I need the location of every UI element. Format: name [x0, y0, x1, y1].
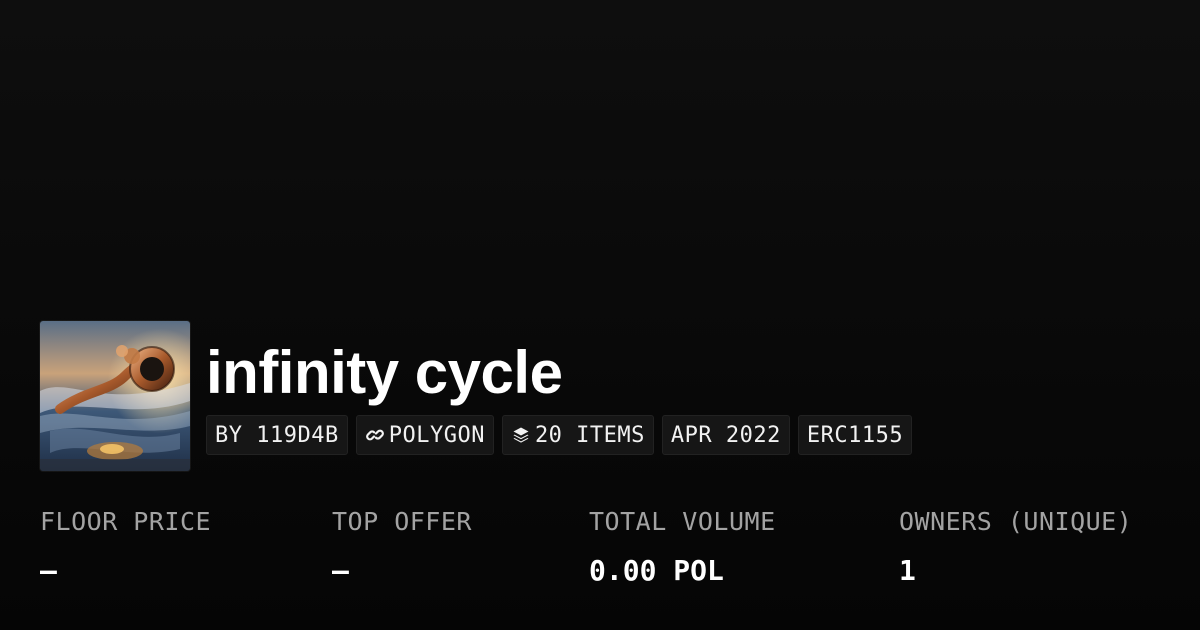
total-volume-stat: TOTAL VOLUME 0.00 POL	[589, 505, 776, 589]
chain-tag[interactable]: POLYGON	[355, 415, 494, 455]
standard-tag: ERC1155	[797, 415, 913, 455]
top-offer-value: –	[332, 554, 349, 587]
floor-price-label: FLOOR PRICE	[40, 507, 212, 536]
total-volume-value: 0.00 POL	[589, 554, 724, 587]
owners-stat: OWNERS (UNIQUE) 1	[899, 505, 1132, 589]
layers-icon	[511, 425, 531, 445]
owners-label: OWNERS (UNIQUE)	[899, 507, 1133, 536]
standard-label: ERC1155	[806, 422, 904, 448]
items-tag[interactable]: 20 ITEMS	[501, 415, 654, 455]
date-tag: APR 2022	[661, 415, 790, 455]
floor-price-stat: FLOOR PRICE –	[40, 505, 211, 589]
collection-stats: FLOOR PRICE – TOP OFFER – TOTAL VOLUME 0…	[0, 505, 1200, 605]
owners-value: 1	[899, 554, 916, 587]
polygon-link-icon	[365, 425, 385, 445]
collection-thumbnail	[40, 321, 190, 471]
collection-title: infinity cycle	[206, 339, 563, 406]
creator-tag[interactable]: BY 119D4B	[206, 415, 348, 455]
items-label: 20 ITEMS	[534, 422, 645, 448]
total-volume-label: TOTAL VOLUME	[589, 507, 776, 536]
collection-artwork	[40, 321, 190, 471]
date-label: APR 2022	[670, 422, 781, 448]
collection-tags: BY 119D4B POLYGON 20 ITEMS APR 2022 ERC1…	[206, 415, 913, 455]
creator-label: BY 119D4B	[215, 422, 339, 448]
floor-price-value: –	[40, 554, 57, 587]
top-offer-stat: TOP OFFER –	[332, 505, 472, 589]
top-offer-label: TOP OFFER	[332, 507, 472, 536]
chain-label: POLYGON	[388, 422, 485, 448]
